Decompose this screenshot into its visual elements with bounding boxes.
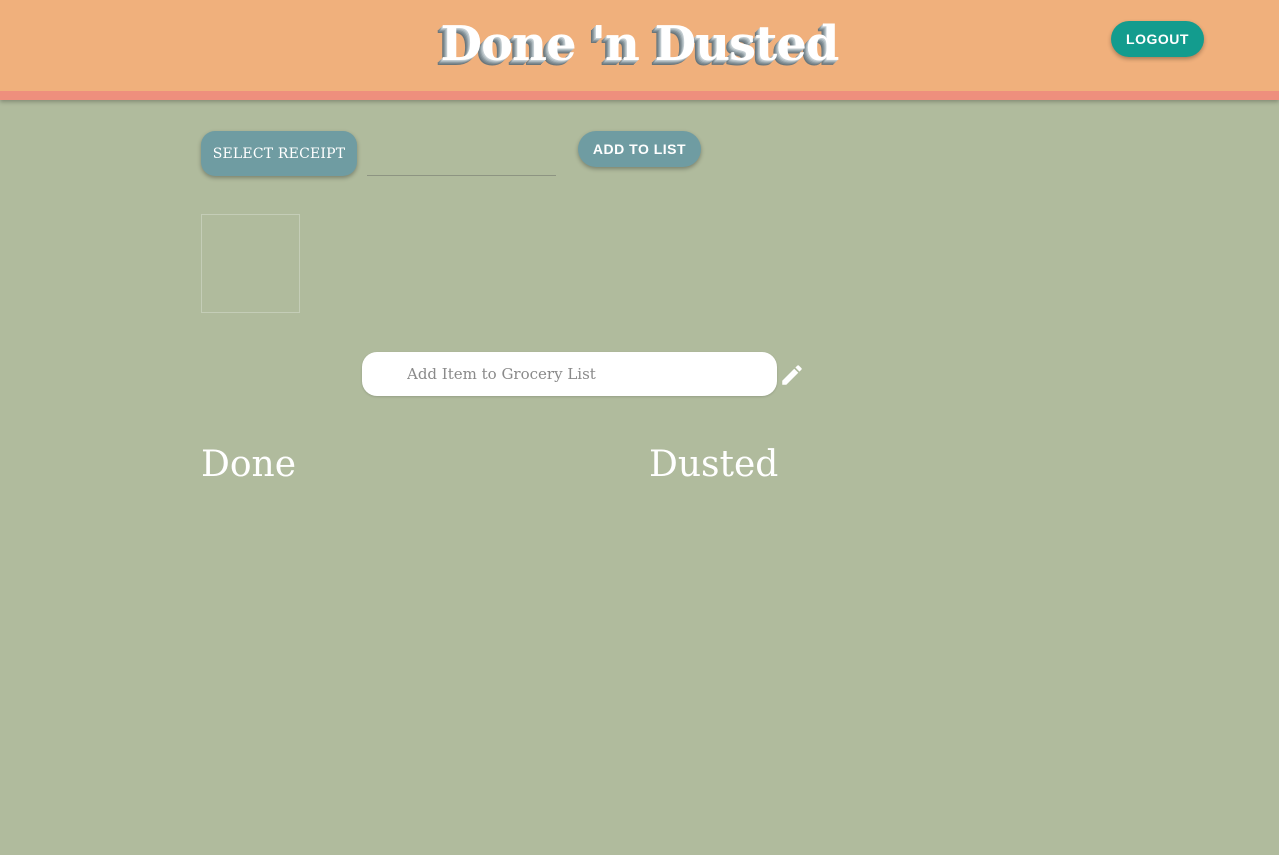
app-title: Done 'n Dusted [440, 16, 840, 72]
logout-button[interactable]: LOGOUT [1111, 21, 1204, 57]
done-column-heading: Done [201, 444, 297, 485]
pencil-icon[interactable] [779, 362, 805, 388]
dusted-column-heading: Dusted [649, 444, 779, 485]
receipt-file-path-input[interactable] [367, 137, 556, 176]
add-grocery-item-input[interactable] [362, 352, 777, 396]
receipt-image-preview [201, 214, 300, 313]
add-to-list-button[interactable]: ADD TO LIST [578, 131, 701, 167]
app-header: Done 'n Dusted LOGOUT [0, 0, 1279, 100]
dusted-item-list [649, 500, 1069, 800]
select-receipt-button[interactable]: SELECT RECEIPT [201, 131, 357, 176]
done-item-list [201, 500, 621, 800]
